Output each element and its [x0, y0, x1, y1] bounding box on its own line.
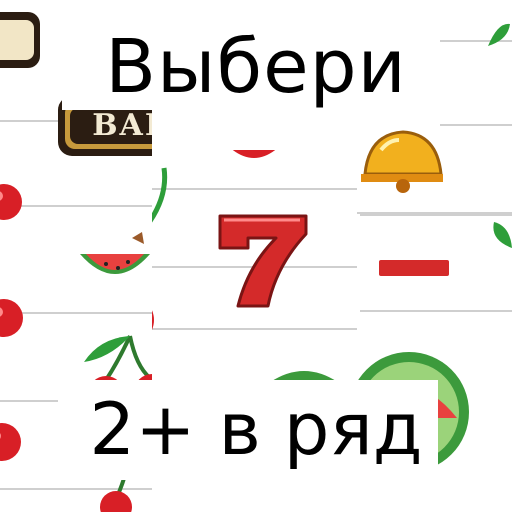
reel-divider — [152, 328, 357, 330]
leaf-icon — [152, 167, 168, 223]
cherry-icon — [232, 150, 276, 158]
watermelon-icon — [80, 232, 150, 274]
leaf-icon — [493, 222, 512, 248]
cherry-icon — [152, 310, 154, 330]
cherry-icon — [100, 0, 140, 10]
bell-icon — [361, 130, 443, 193]
cherry-icon — [350, 0, 390, 8]
instruction-text: 2+ в ряд — [89, 387, 423, 471]
seven-icon — [218, 214, 308, 308]
reel-divider — [152, 188, 357, 190]
seven-icon — [379, 260, 449, 276]
page-title: Выбери — [105, 24, 407, 110]
reel-divider — [360, 214, 512, 216]
reel-divider — [360, 310, 512, 312]
cherry-icon — [0, 299, 23, 337]
slot-machine-screen: BAR — [0, 0, 512, 512]
bar-label: BAR — [92, 108, 152, 143]
reel-divider — [440, 124, 512, 126]
cherry-icon — [0, 184, 22, 220]
